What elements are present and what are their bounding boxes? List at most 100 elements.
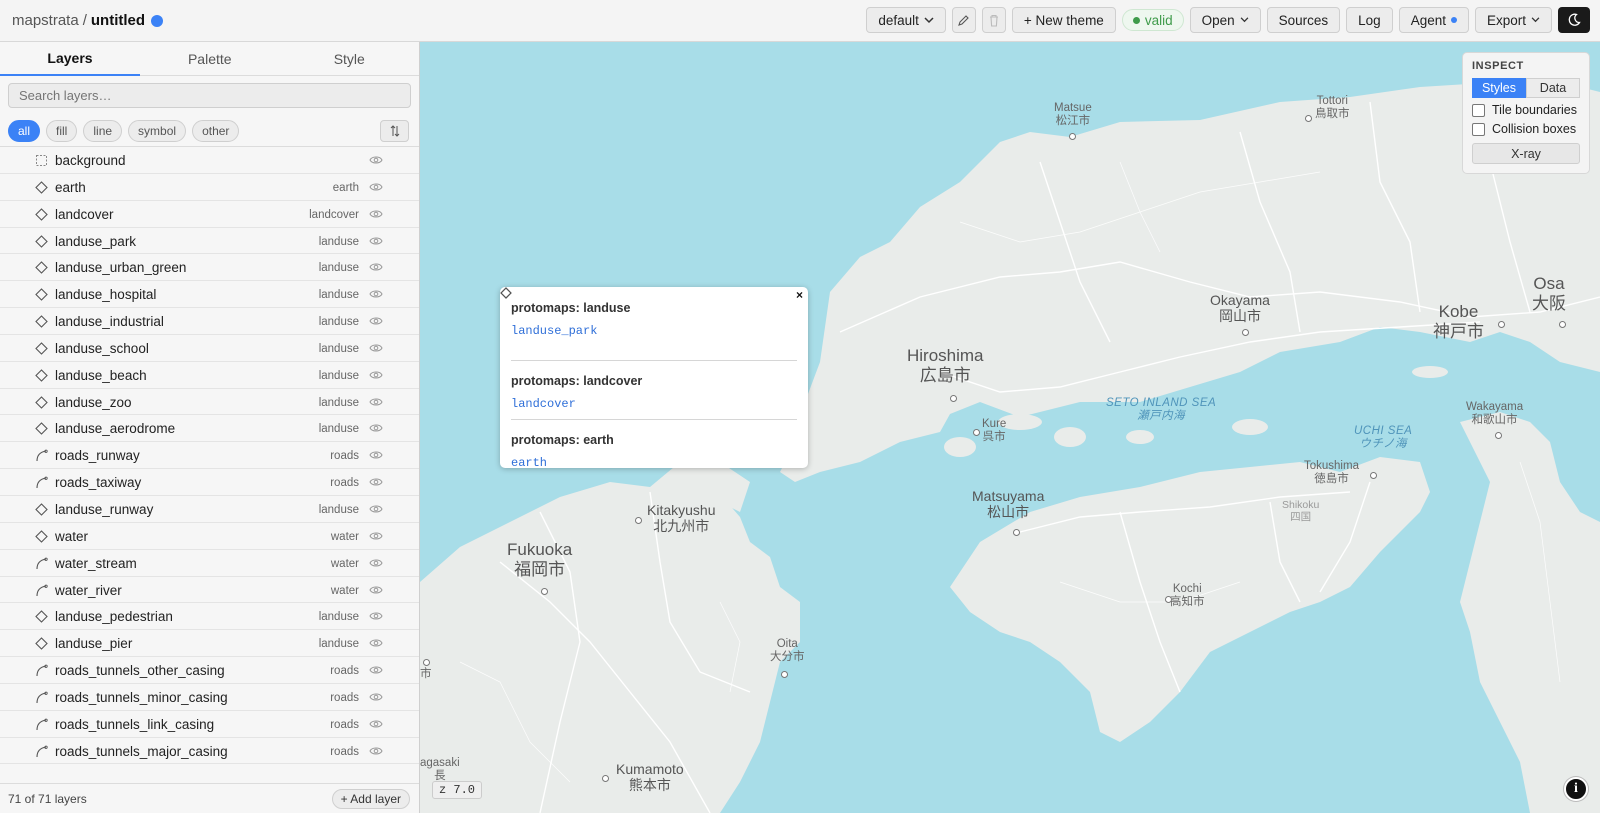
- eye-icon[interactable]: [369, 637, 383, 649]
- unsaved-indicator: [151, 14, 164, 27]
- checkbox-label: Tile boundaries: [1492, 103, 1578, 117]
- eye-icon[interactable]: [369, 315, 383, 327]
- filter-symbol[interactable]: symbol: [128, 119, 187, 142]
- checkbox-box[interactable]: [1472, 122, 1485, 136]
- eye-icon[interactable]: [369, 557, 383, 569]
- eye-icon[interactable]: [369, 691, 383, 703]
- export-menu-button[interactable]: Export: [1474, 7, 1552, 33]
- eye-icon[interactable]: [369, 154, 383, 166]
- popup-close-button[interactable]: ×: [796, 288, 803, 302]
- line-layer-icon: [36, 476, 48, 489]
- rename-theme-button[interactable]: [951, 7, 976, 33]
- eye-icon[interactable]: [369, 288, 383, 300]
- inspect-mode-data[interactable]: Data: [1526, 78, 1580, 98]
- eye-icon[interactable]: [369, 584, 383, 596]
- eye-icon[interactable]: [369, 181, 383, 193]
- layer-row[interactable]: landcover landcover: [0, 201, 419, 228]
- search-layers-input[interactable]: [8, 83, 411, 108]
- eye-icon[interactable]: [369, 235, 383, 247]
- layer-row[interactable]: landuse_beach landuse: [0, 362, 419, 389]
- layer-row[interactable]: water_river water: [0, 577, 419, 604]
- tab-layers[interactable]: Layers: [0, 42, 140, 76]
- eye-icon[interactable]: [369, 530, 383, 542]
- open-menu-button[interactable]: Open: [1189, 7, 1261, 33]
- delete-theme-button[interactable]: [981, 7, 1006, 33]
- layer-row[interactable]: landuse_urban_green landuse: [0, 254, 419, 282]
- fill-layer-icon: [35, 261, 48, 275]
- filter-line[interactable]: line: [83, 119, 123, 142]
- popup-layer-link[interactable]: landuse_park: [500, 287, 797, 338]
- theme-select[interactable]: default: [866, 7, 946, 33]
- layer-row[interactable]: landuse_zoo landuse: [0, 389, 419, 416]
- layer-row[interactable]: roads_runway roads: [0, 442, 419, 470]
- layer-row[interactable]: landuse_park landuse: [0, 228, 419, 255]
- tab-palette[interactable]: Palette: [140, 42, 280, 75]
- checkbox-box[interactable]: [1472, 103, 1485, 117]
- add-layer-button[interactable]: + Add layer: [331, 789, 410, 809]
- eye-icon[interactable]: [369, 342, 383, 354]
- layer-row[interactable]: roads_tunnels_major_casing roads: [0, 738, 419, 765]
- eye-icon[interactable]: [369, 449, 383, 461]
- layer-row[interactable]: landuse_runway landuse: [0, 496, 419, 523]
- eye-icon[interactable]: [369, 208, 383, 220]
- log-button[interactable]: Log: [1346, 7, 1393, 33]
- eye-icon[interactable]: [369, 422, 383, 434]
- agent-button[interactable]: Agent: [1398, 7, 1469, 33]
- layer-row[interactable]: earth earth: [0, 174, 419, 201]
- sort-layers-button[interactable]: [380, 120, 409, 142]
- eye-icon[interactable]: [369, 369, 383, 381]
- layer-row[interactable]: roads_tunnels_minor_casing roads: [0, 684, 419, 711]
- tile-boundaries-checkbox[interactable]: Tile boundaries: [1472, 103, 1580, 117]
- layer-row[interactable]: landuse_hospital landuse: [0, 281, 419, 309]
- map-canvas[interactable]: Matsue 松江市 Tottori 鳥取市 Osa 大阪 Okayama 岡山市 Ko…: [420, 42, 1600, 813]
- filter-other[interactable]: other: [192, 119, 240, 142]
- layer-source: landuse: [318, 396, 359, 409]
- layer-name: landuse_zoo: [55, 394, 132, 410]
- layer-row[interactable]: roads_tunnels_link_casing roads: [0, 711, 419, 738]
- new-theme-button[interactable]: + New theme: [1011, 7, 1116, 33]
- eye-icon[interactable]: [369, 664, 383, 676]
- eye-icon[interactable]: [369, 745, 383, 757]
- layer-row[interactable]: landuse_school landuse: [0, 335, 419, 362]
- inspect-mode-styles[interactable]: Styles: [1472, 78, 1526, 98]
- xray-button[interactable]: X-ray: [1472, 143, 1580, 164]
- eye-icon[interactable]: [369, 503, 383, 515]
- eye-icon[interactable]: [369, 610, 383, 622]
- sidebar-tabs: Layers Palette Style: [0, 42, 419, 76]
- layer-row[interactable]: landuse_pedestrian landuse: [0, 603, 419, 631]
- popup-layer-link[interactable]: landcover: [500, 287, 797, 411]
- document-title[interactable]: untitled: [91, 12, 145, 29]
- status-dot: [1132, 16, 1140, 24]
- layer-row[interactable]: roads_tunnels_other_casing roads: [0, 657, 419, 684]
- eye-icon[interactable]: [369, 261, 383, 273]
- popup-section: protomaps: landcover landcover: [500, 287, 797, 419]
- layer-row[interactable]: background: [0, 147, 419, 174]
- city-marker: [1498, 321, 1505, 328]
- feature-popup: × protomaps: landuse landuse_park protom…: [500, 287, 808, 470]
- tab-style[interactable]: Style: [280, 42, 420, 75]
- layer-row[interactable]: landuse_pier landuse: [0, 630, 419, 658]
- dark-mode-toggle[interactable]: [1558, 7, 1590, 33]
- popup-layer-link[interactable]: earth: [500, 287, 797, 470]
- eye-icon[interactable]: [369, 476, 383, 488]
- layer-source: roads: [330, 691, 359, 704]
- eye-icon[interactable]: [369, 718, 383, 730]
- agent-status-dot: [1450, 17, 1457, 23]
- map-info-button[interactable]: i: [1564, 777, 1588, 801]
- layer-row[interactable]: roads_taxiway roads: [0, 469, 419, 496]
- layer-row[interactable]: landuse_aerodrome landuse: [0, 415, 419, 443]
- filter-all[interactable]: all: [8, 119, 41, 142]
- line-layer-icon: [36, 718, 48, 730]
- layer-name: landuse_runway: [55, 501, 154, 517]
- layer-source: roads: [330, 450, 359, 463]
- eye-icon[interactable]: [369, 396, 383, 408]
- collision-boxes-checkbox[interactable]: Collision boxes: [1472, 122, 1580, 136]
- map-place-label: Tokushima 徳島市: [1304, 460, 1359, 486]
- layer-row[interactable]: water water: [0, 523, 419, 550]
- app-name[interactable]: mapstrata: [12, 12, 79, 29]
- layer-row[interactable]: water_stream water: [0, 550, 419, 577]
- layer-row[interactable]: landuse_industrial landuse: [0, 308, 419, 335]
- sources-button[interactable]: Sources: [1266, 7, 1341, 33]
- filter-fill[interactable]: fill: [46, 119, 78, 142]
- fill-layer-icon: [35, 315, 48, 328]
